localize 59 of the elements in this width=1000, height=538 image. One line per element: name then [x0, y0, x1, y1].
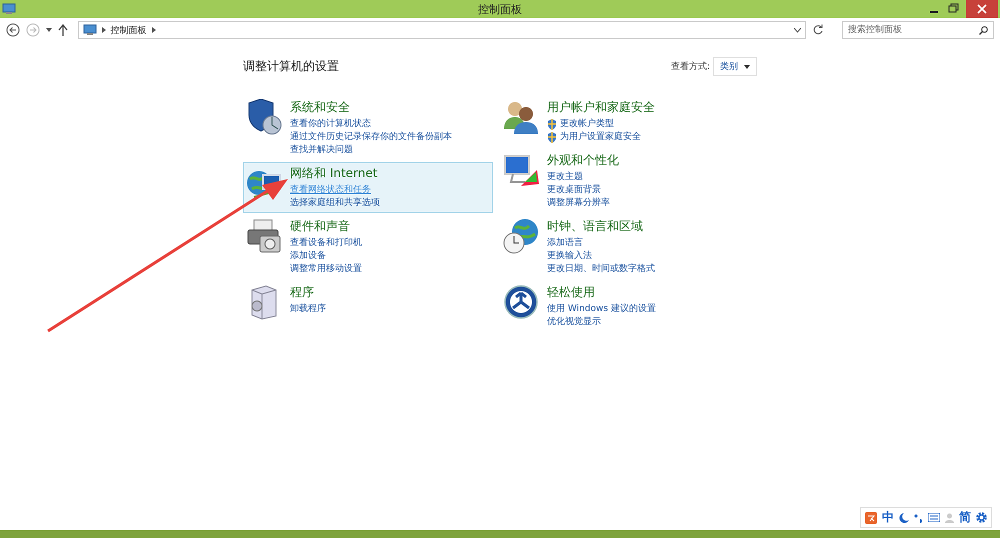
category-link[interactable]: 查看你的计算机状态: [290, 118, 371, 131]
shield-icon: [246, 99, 282, 135]
category-link[interactable]: 添加语言: [547, 237, 583, 250]
category-link[interactable]: 添加设备: [290, 250, 326, 263]
caret-icon: [744, 64, 750, 68]
address-bar[interactable]: 控制面板: [78, 21, 806, 39]
search-icon: [979, 26, 988, 35]
category-title[interactable]: 轻松使用: [547, 284, 656, 301]
up-button[interactable]: [58, 24, 68, 36]
dropdown-icon[interactable]: [46, 28, 52, 32]
category-title[interactable]: 硬件和声音: [290, 218, 362, 235]
users-icon: [503, 99, 539, 135]
control-panel-icon: [82, 24, 97, 36]
category-link[interactable]: 卸载程序: [290, 303, 326, 316]
window-title: 控制面板: [478, 2, 522, 17]
category-link[interactable]: 更改桌面背景: [547, 184, 601, 197]
category-title[interactable]: 时钟、语言和区域: [547, 218, 655, 235]
category-link[interactable]: 查看设备和打印机: [290, 237, 362, 250]
category-title[interactable]: 程序: [290, 284, 326, 301]
breadcrumb[interactable]: 控制面板: [110, 24, 147, 36]
printer-icon: [246, 218, 282, 254]
category-link[interactable]: 使用 Windows 建议的设置: [547, 303, 656, 316]
view-by-label: 查看方式:: [670, 60, 710, 73]
category-link[interactable]: 更改帐户类型: [560, 118, 614, 131]
category-title[interactable]: 用户帐户和家庭安全: [547, 99, 655, 116]
category-panel[interactable]: 外观和个性化 更改主题 更改桌面背景 调整屏幕分辨率: [500, 149, 750, 213]
view-by-dropdown[interactable]: 类别: [713, 57, 757, 76]
category-link[interactable]: 更改日期、时间或数字格式: [547, 263, 655, 276]
category-link[interactable]: 选择家庭组和共享选项: [290, 197, 380, 210]
close-button[interactable]: [966, 0, 998, 18]
category-title[interactable]: 系统和安全: [290, 99, 452, 116]
globe-clock-icon: [503, 218, 539, 254]
refresh-button[interactable]: [812, 24, 824, 36]
page-heading: 调整计算机的设置: [243, 58, 339, 75]
accessibility-icon: [503, 284, 539, 320]
category-panel[interactable]: 程序 卸载程序: [243, 281, 493, 326]
category-panel[interactable]: 时钟、语言和区域 添加语言 更换输入法 更改日期、时间或数字格式: [500, 215, 750, 279]
category-panel[interactable]: 系统和安全 查看你的计算机状态 通过文件历史记录保存你的文件备份副本 查找并解决问题: [243, 96, 493, 160]
chevron-right-icon[interactable]: [152, 27, 156, 33]
category-title[interactable]: 外观和个性化: [547, 152, 619, 169]
category-link[interactable]: 调整常用移动设置: [290, 263, 362, 276]
category-link[interactable]: 为用户设置家庭安全: [560, 131, 641, 144]
category-link[interactable]: 调整屏幕分辨率: [547, 197, 610, 210]
control-panel-icon: [2, 3, 16, 15]
category-panel[interactable]: 网络和 Internet 查看网络状态和任务 选择家庭组和共享选项: [243, 162, 493, 213]
category-link[interactable]: 更改主题: [547, 171, 583, 184]
search-field[interactable]: 搜索控制面板: [842, 21, 994, 39]
category-link[interactable]: 查找并解决问题: [290, 144, 353, 157]
monitor-palette-icon: [503, 152, 539, 188]
category-title[interactable]: 网络和 Internet: [290, 165, 380, 182]
category-panel[interactable]: 轻松使用 使用 Windows 建议的设置 优化视觉显示: [500, 281, 750, 332]
category-link[interactable]: 优化视觉显示: [547, 316, 601, 329]
category-link[interactable]: 通过文件历史记录保存你的文件备份副本: [290, 131, 452, 144]
chevron-down-icon[interactable]: [794, 28, 802, 32]
category-panel[interactable]: 硬件和声音 查看设备和打印机 添加设备 调整常用移动设置: [243, 215, 493, 279]
category-panel[interactable]: 用户帐户和家庭安全 更改帐户类型 为用户设置家庭安全: [500, 96, 750, 147]
category-link[interactable]: 更换输入法: [547, 250, 592, 263]
chevron-right-icon: [102, 27, 106, 33]
back-button[interactable]: [6, 23, 20, 37]
